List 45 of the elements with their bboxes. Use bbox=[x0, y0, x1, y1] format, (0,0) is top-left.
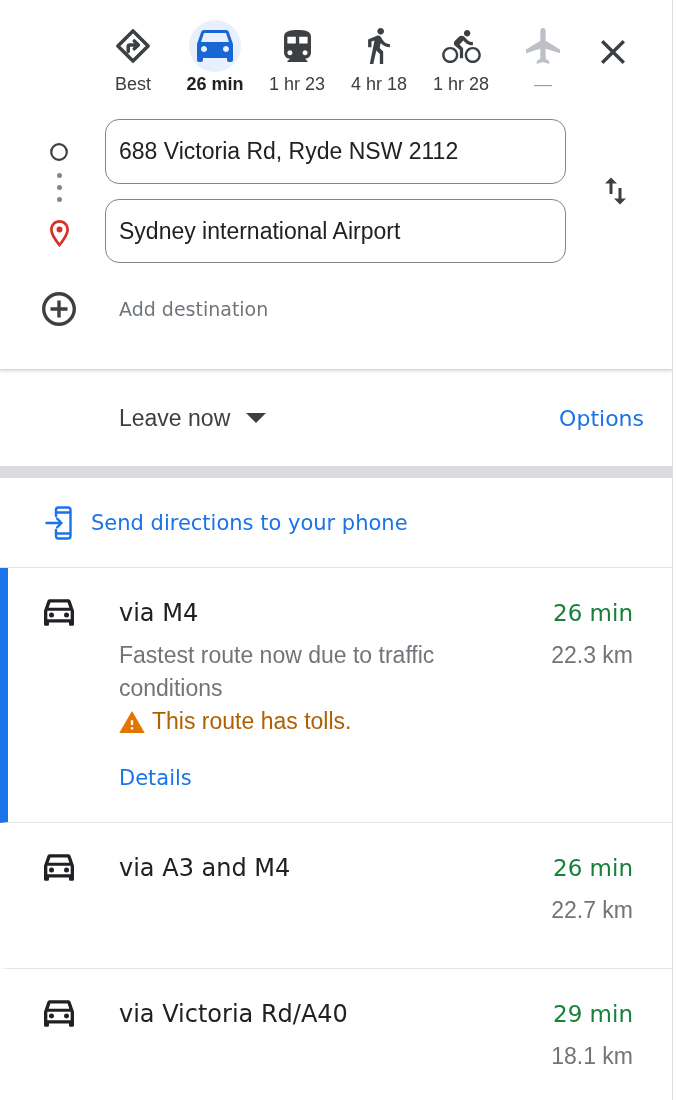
origin-field[interactable]: 688 Victoria Rd, Ryde NSW 2112 bbox=[105, 119, 566, 184]
leave-now-dropdown[interactable]: Leave now bbox=[119, 404, 267, 432]
details-link[interactable]: Details bbox=[119, 762, 192, 795]
route-name: via M4 bbox=[119, 598, 199, 629]
car-icon bbox=[44, 1000, 74, 1027]
swap-button[interactable] bbox=[604, 177, 626, 205]
route-item[interactable]: via Victoria Rd/A40 29 min 18.1 km bbox=[0, 969, 672, 1100]
phone-arrow-icon bbox=[45, 505, 72, 540]
airplane-icon bbox=[526, 28, 560, 64]
route-duration: 29 min bbox=[552, 1000, 633, 1029]
walking-person-icon bbox=[368, 28, 390, 64]
travel-mode-tab[interactable]: 26 min bbox=[174, 20, 256, 95]
travel-mode-tab[interactable]: Best bbox=[92, 20, 174, 95]
options-link[interactable]: Options bbox=[559, 405, 644, 431]
travel-mode-tab[interactable]: 1 hr 23 bbox=[256, 20, 338, 95]
route-item[interactable]: via M4 Fastest route now due to traffic conditions This route has tolls. Details 26 min 22.3 km bbox=[0, 568, 672, 823]
destination-field[interactable]: Sydney international Airport bbox=[105, 199, 566, 263]
caret-icon bbox=[246, 413, 267, 423]
route-name: via Victoria Rd/A40 bbox=[119, 999, 348, 1030]
route-description: Fastest route now due to traffic conditions bbox=[119, 641, 436, 703]
cyclist-icon bbox=[441, 29, 481, 63]
close-icon bbox=[601, 40, 625, 64]
travel-mode-tab[interactable]: 1 hr 28 bbox=[420, 20, 502, 95]
send-to-phone-link[interactable]: Send directions to your phone bbox=[45, 505, 408, 540]
swap-icon bbox=[604, 177, 626, 205]
train-icon bbox=[283, 30, 311, 62]
travel-mode-tab[interactable]: 4 hr 18 bbox=[338, 20, 420, 95]
car-icon bbox=[44, 599, 74, 626]
add-icon bbox=[42, 292, 76, 326]
dots-icon bbox=[56, 173, 62, 202]
pin-icon bbox=[49, 220, 69, 247]
origin-circle-icon bbox=[50, 143, 68, 161]
route-distance: 18.1 km bbox=[551, 1042, 633, 1071]
route-item[interactable]: via A3 and M4 26 min 22.7 km bbox=[0, 823, 672, 969]
route-name: via A3 and M4 bbox=[119, 853, 291, 884]
car-icon bbox=[197, 30, 233, 62]
toll-warning: This route has tolls. bbox=[152, 708, 352, 735]
car-icon bbox=[44, 854, 74, 881]
route-duration: 26 min bbox=[552, 854, 633, 883]
route-distance: 22.3 km bbox=[551, 641, 633, 670]
route-duration: 26 min bbox=[552, 599, 633, 628]
warning-icon bbox=[119, 710, 145, 733]
route-distance: 22.7 km bbox=[551, 896, 633, 925]
turn-sign-icon bbox=[116, 29, 150, 63]
add-destination-button[interactable]: Add destination bbox=[42, 292, 269, 326]
